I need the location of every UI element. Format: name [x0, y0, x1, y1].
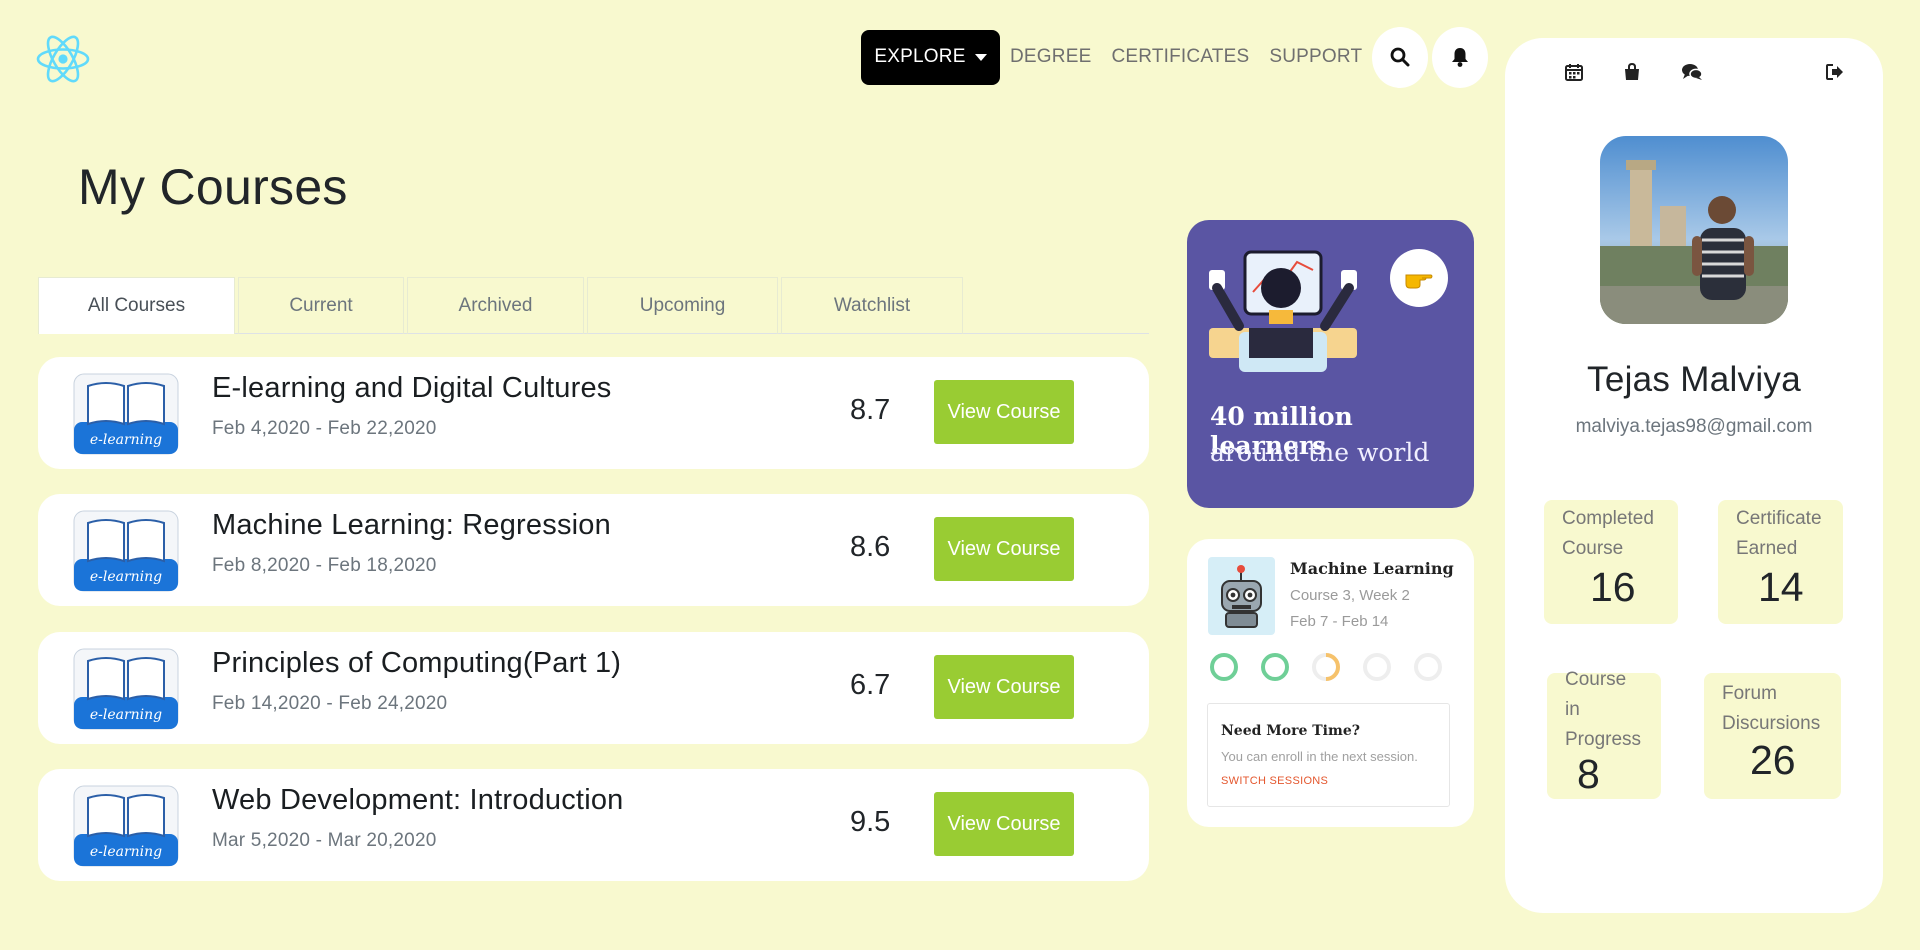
nav-link-certificates[interactable]: CERTIFICATES — [1111, 46, 1249, 68]
course-card: e-learning E-learning and Digital Cultur… — [38, 357, 1149, 469]
course-dates: Feb 14,2020 - Feb 24,2020 — [212, 693, 448, 714]
tab-upcoming[interactable]: Upcoming — [587, 277, 778, 334]
profile-name: Tejas Malviya — [1587, 360, 1801, 399]
tab-watchlist[interactable]: Watchlist — [781, 277, 963, 334]
avatar — [1600, 136, 1788, 324]
stat-certificate-earned: Certificate Earned 14 — [1718, 500, 1843, 624]
stat-completed-course: Completed Course 16 — [1544, 500, 1678, 624]
profile-email: malviya.tejas98@gmail.com — [1575, 416, 1813, 437]
stat-value: 26 — [1750, 737, 1796, 783]
current-session-card: Machine Learning Course 3, Week 2 Feb 7 … — [1187, 539, 1474, 827]
search-button[interactable] — [1372, 26, 1429, 88]
svg-text:e-learning: e-learning — [90, 432, 162, 448]
course-rating: 8.7 — [850, 394, 891, 426]
bell-icon — [1452, 48, 1469, 67]
stat-value: 16 — [1590, 564, 1636, 610]
react-logo-icon[interactable] — [36, 34, 90, 84]
course-card: e-learning Web Development: Introduction… — [38, 769, 1149, 881]
svg-text:e-learning: e-learning — [90, 844, 162, 860]
progress-ring-empty — [1414, 653, 1442, 681]
e-learning-book-icon: e-learning — [66, 784, 186, 868]
need-more-time-title: Need More Time? — [1221, 723, 1360, 739]
search-icon — [1390, 47, 1410, 67]
learner-illustration — [1209, 248, 1357, 376]
promo-subline: around the world — [1210, 438, 1430, 467]
shopping-bag-icon[interactable] — [1619, 57, 1645, 87]
course-rating: 6.7 — [850, 669, 891, 701]
course-dates: Feb 4,2020 - Feb 22,2020 — [212, 418, 437, 439]
svg-text:e-learning: e-learning — [90, 569, 162, 585]
session-course-title: Machine Learning — [1290, 559, 1454, 578]
explore-label: EXPLORE — [874, 46, 966, 67]
chat-icon[interactable] — [1679, 57, 1705, 87]
tab-current[interactable]: Current — [238, 277, 404, 334]
svg-text:e-learning: e-learning — [90, 707, 162, 723]
learners-promo-card: 40 million learners around the world — [1187, 220, 1474, 508]
e-learning-book-icon: e-learning — [66, 647, 186, 731]
view-course-button[interactable]: View Course — [934, 517, 1074, 581]
view-course-button[interactable]: View Course — [934, 792, 1074, 856]
progress-ring-complete — [1210, 653, 1238, 681]
explore-dropdown-button[interactable]: EXPLORE — [861, 29, 1000, 85]
need-more-time-box: Need More Time? You can enroll in the ne… — [1207, 703, 1450, 807]
page-title: My Courses — [78, 159, 348, 215]
robot-icon — [1208, 557, 1275, 635]
nav-link-support[interactable]: SUPPORT — [1269, 46, 1362, 68]
course-card: e-learning Machine Learning: Regression … — [38, 494, 1149, 606]
course-dates: Mar 5,2020 - Mar 20,2020 — [212, 830, 437, 851]
progress-ring-complete — [1261, 653, 1289, 681]
session-dates: Feb 7 - Feb 14 — [1290, 613, 1389, 630]
course-tabs: All Courses Current Archived Upcoming Wa… — [38, 277, 1149, 334]
calendar-icon[interactable] — [1561, 57, 1587, 87]
stat-value: 8 — [1577, 751, 1600, 797]
course-title: Web Development: Introduction — [212, 784, 624, 816]
course-rating: 8.6 — [850, 531, 891, 563]
progress-ring-partial — [1312, 653, 1340, 681]
session-week: Course 3, Week 2 — [1290, 587, 1410, 604]
stat-forum-discussions: Forum Discursions 26 — [1704, 673, 1841, 799]
top-nav: EXPLORE DEGREE CERTIFICATES SUPPORT — [861, 24, 1489, 90]
e-learning-book-icon: e-learning — [66, 372, 186, 456]
need-more-time-text: You can enroll in the next session. — [1221, 749, 1418, 764]
course-dates: Feb 8,2020 - Feb 18,2020 — [212, 555, 437, 576]
course-title: Principles of Computing(Part 1) — [212, 647, 622, 679]
switch-sessions-link[interactable]: SWITCH SESSIONS — [1221, 775, 1328, 787]
nav-link-degree[interactable]: DEGREE — [1010, 46, 1091, 68]
tab-archived[interactable]: Archived — [407, 277, 584, 334]
pointing-hand-icon[interactable] — [1390, 249, 1448, 307]
e-learning-book-icon: e-learning — [66, 509, 186, 593]
course-card: e-learning Principles of Computing(Part … — [38, 632, 1149, 744]
course-title: E-learning and Digital Cultures — [212, 372, 612, 404]
progress-ring-empty — [1363, 653, 1391, 681]
course-rating: 9.5 — [850, 806, 891, 838]
stat-value: 14 — [1758, 564, 1804, 610]
caret-down-icon — [974, 53, 987, 61]
view-course-button[interactable]: View Course — [934, 380, 1074, 444]
course-title: Machine Learning: Regression — [212, 509, 611, 541]
notifications-button[interactable] — [1432, 26, 1489, 88]
stat-course-in-progress: Course in Progress 8 — [1547, 669, 1661, 799]
view-course-button[interactable]: View Course — [934, 655, 1074, 719]
sign-out-icon[interactable] — [1822, 57, 1848, 87]
profile-panel: Tejas Malviya malviya.tejas98@gmail.com … — [1505, 38, 1883, 913]
tab-all-courses[interactable]: All Courses — [38, 277, 235, 334]
